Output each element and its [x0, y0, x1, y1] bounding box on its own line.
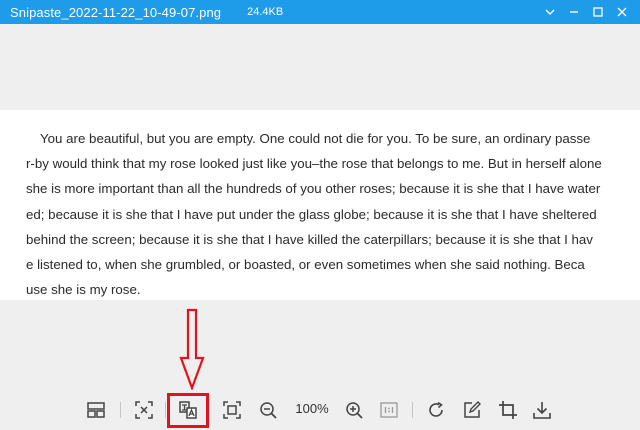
fullscreen-icon[interactable]	[220, 398, 244, 422]
document-paragraph: You are beautiful, but you are empty. On…	[26, 126, 630, 302]
text-line: e listened to, when she grumbled, or boa…	[26, 257, 585, 273]
text-line: she is more important than all the hundr…	[26, 181, 601, 197]
zoom-in-icon[interactable]	[342, 398, 366, 422]
close-icon[interactable]	[610, 0, 634, 24]
fit-icon[interactable]	[132, 398, 156, 422]
text-line: behind the screen; because it is she tha…	[26, 231, 593, 247]
document-image: You are beautiful, but you are empty. On…	[0, 110, 640, 300]
download-icon[interactable]	[530, 398, 554, 422]
file-size: 24.4KB	[247, 6, 284, 18]
toolbar-divider	[165, 402, 166, 418]
actual-size-icon[interactable]	[377, 398, 401, 422]
zoom-level[interactable]: 100%	[292, 401, 332, 416]
text-line: ed; because it is she that I have put un…	[26, 206, 597, 222]
rotate-icon[interactable]	[424, 398, 448, 422]
text-line: You are beautiful, but you are empty. On…	[40, 131, 591, 146]
bottom-toolbar: 100%	[0, 392, 640, 430]
text-line: use she is my rose.	[26, 282, 141, 298]
translate-button-highlight	[167, 393, 209, 428]
title-bar: Snipaste_2022-11-22_10-49-07.png 24.4KB	[0, 0, 640, 24]
window-title: Snipaste_2022-11-22_10-49-07.png	[10, 4, 222, 20]
maximize-icon[interactable]	[586, 0, 610, 24]
pin-icon[interactable]	[538, 0, 562, 24]
zoom-out-icon[interactable]	[256, 398, 280, 422]
toolbar-divider	[412, 402, 413, 418]
red-arrow-annotation	[179, 308, 205, 390]
toolbar-divider	[120, 402, 121, 418]
minimize-icon[interactable]	[562, 0, 586, 24]
layout-icon[interactable]	[84, 398, 108, 422]
edit-icon[interactable]	[460, 398, 484, 422]
text-line: r-by would think that my rose looked jus…	[26, 156, 602, 172]
crop-icon[interactable]	[496, 398, 520, 422]
window-controls	[538, 0, 634, 24]
